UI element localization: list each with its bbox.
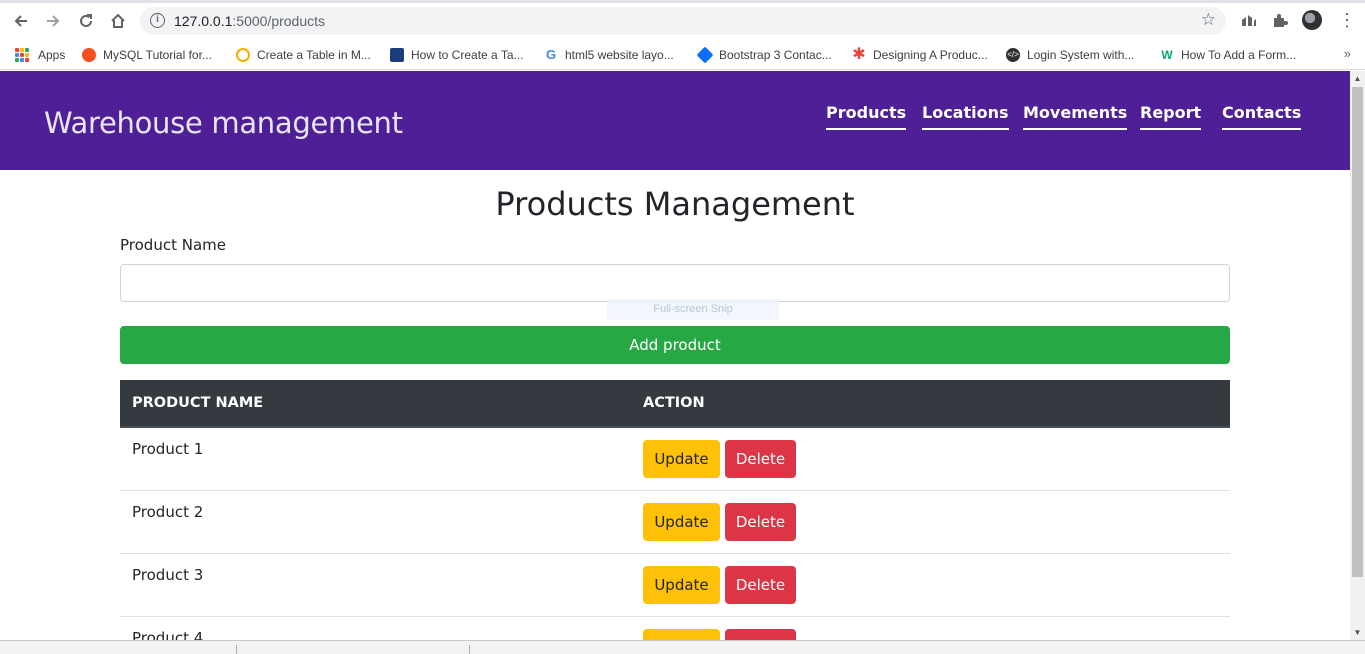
page-scrollbar[interactable]: ▲ ▼ [1350,71,1365,640]
update-button[interactable]: Update [643,440,720,478]
product-name-cell: Product 4 [132,629,204,640]
column-header-product-name: PRODUCT NAME [132,395,264,411]
analytics-extension-icon[interactable] [1240,11,1258,29]
browser-toolbar: i 127.0.0.1:5000/products ☆ ⋮ [0,0,1365,40]
grid-favicon-icon [390,48,404,62]
puzzle-extensions-icon[interactable] [1271,11,1289,29]
download-shelf [0,640,1365,654]
home-icon [111,13,125,28]
bookmark-label: How To Add a Form... [1181,48,1297,62]
table-row: Product 3 Update Delete [120,554,1230,617]
search-favicon-icon [236,48,250,62]
product-name-input[interactable] [120,264,1230,302]
delete-button[interactable]: Delete [725,503,796,541]
address-bar[interactable]: i 127.0.0.1:5000/products ☆ [140,7,1226,35]
brand-title[interactable]: Warehouse management [44,106,403,140]
w3schools-favicon-icon: W [1161,48,1173,62]
bookmarks-bar: Apps MySQL Tutorial for... Create a Tabl… [0,40,1365,70]
product-name-cell: Product 2 [132,503,204,521]
bookmark-label: Bootstrap 3 Contac... [719,48,832,62]
bookmark-how-to-create[interactable]: How to Create a Ta... [390,45,524,65]
bookmark-label: MySQL Tutorial for... [103,48,212,62]
mysql-favicon-icon [82,48,96,62]
nav-locations[interactable]: Locations [922,103,1009,130]
url-path: :5000/products [232,13,326,29]
update-button[interactable]: Update [643,503,720,541]
bookmark-designing-product[interactable]: ✱ Designing A Produc... [852,45,988,65]
bookmark-login-system[interactable]: </> Login System with... [1006,45,1134,65]
forward-button[interactable] [42,10,64,32]
bookmark-html5-layout[interactable]: G html5 website layo... [544,45,674,65]
divider [236,645,237,654]
asterisk-favicon-icon: ✱ [852,46,866,63]
nav-movements[interactable]: Movements [1023,103,1128,130]
bookmark-label: How to Create a Ta... [411,48,524,62]
apps-grid-icon [15,48,29,62]
home-button[interactable] [107,10,129,32]
delete-button[interactable]: Delete [725,629,796,640]
page-viewport: Warehouse management Products Locations … [0,71,1350,640]
snip-overlay: Full-screen Snip [607,299,779,320]
scroll-up-arrow-icon[interactable]: ▲ [1350,71,1365,86]
menu-kebab-icon[interactable]: ⋮ [1338,11,1356,29]
product-name-cell: Product 1 [132,440,204,458]
more-bookmarks-icon[interactable]: » [1344,46,1351,61]
bookmark-label: Create a Table in M... [257,48,371,62]
bookmark-bootstrap-contact[interactable]: Bootstrap 3 Contac... [696,45,832,65]
delete-button[interactable]: Delete [725,566,796,604]
bookmark-label: Designing A Produc... [873,48,988,62]
product-name-cell: Product 3 [132,566,204,584]
arrow-right-icon [47,15,60,27]
table-row: Product 2 Update Delete [120,491,1230,554]
bootstrap-favicon-icon [696,46,714,64]
nav-products[interactable]: Products [826,103,907,130]
back-button[interactable] [10,10,32,32]
site-header: Warehouse management Products Locations … [0,71,1350,170]
bookmark-add-form[interactable]: W How To Add a Form... [1160,45,1296,65]
google-favicon-icon: G [545,47,557,62]
table-row: Product 4 Update Delete [120,617,1230,640]
nav-report[interactable]: Report [1140,103,1202,130]
arrow-left-icon [14,15,27,27]
divider [469,645,470,654]
bookmark-apps[interactable]: Apps [15,45,65,65]
url-host: 127.0.0.1 [174,13,233,29]
tab-strip [0,0,1365,3]
scroll-down-arrow-icon[interactable]: ▼ [1350,625,1365,640]
page-title: Products Management [495,185,855,223]
bookmark-star-icon[interactable]: ☆ [1201,10,1216,30]
bookmark-label: Login System with... [1027,48,1135,62]
reload-button[interactable] [75,10,97,32]
bookmark-label: html5 website layo... [565,48,674,62]
info-icon[interactable]: i [150,13,165,28]
reload-icon [80,14,92,27]
update-button[interactable]: Update [643,566,720,604]
delete-button[interactable]: Delete [725,440,796,478]
add-product-button[interactable]: Add product [120,326,1230,364]
table-row: Product 1 Update Delete [120,428,1230,491]
scrollbar-thumb[interactable] [1352,87,1363,577]
code-favicon-icon: </> [1006,48,1020,62]
update-button[interactable]: Update [643,629,720,640]
nav-contacts[interactable]: Contacts [1222,103,1302,130]
table-header: PRODUCT NAME ACTION [120,380,1230,428]
bookmark-label: Apps [38,48,66,62]
product-name-label: Product Name [120,236,226,254]
bookmark-mysql-tutorial[interactable]: MySQL Tutorial for... [82,45,212,65]
profile-avatar[interactable] [1302,10,1322,30]
bookmark-create-table[interactable]: Create a Table in M... [236,45,371,65]
column-header-action: ACTION [643,395,705,411]
url-text[interactable]: 127.0.0.1:5000/products [174,13,325,29]
